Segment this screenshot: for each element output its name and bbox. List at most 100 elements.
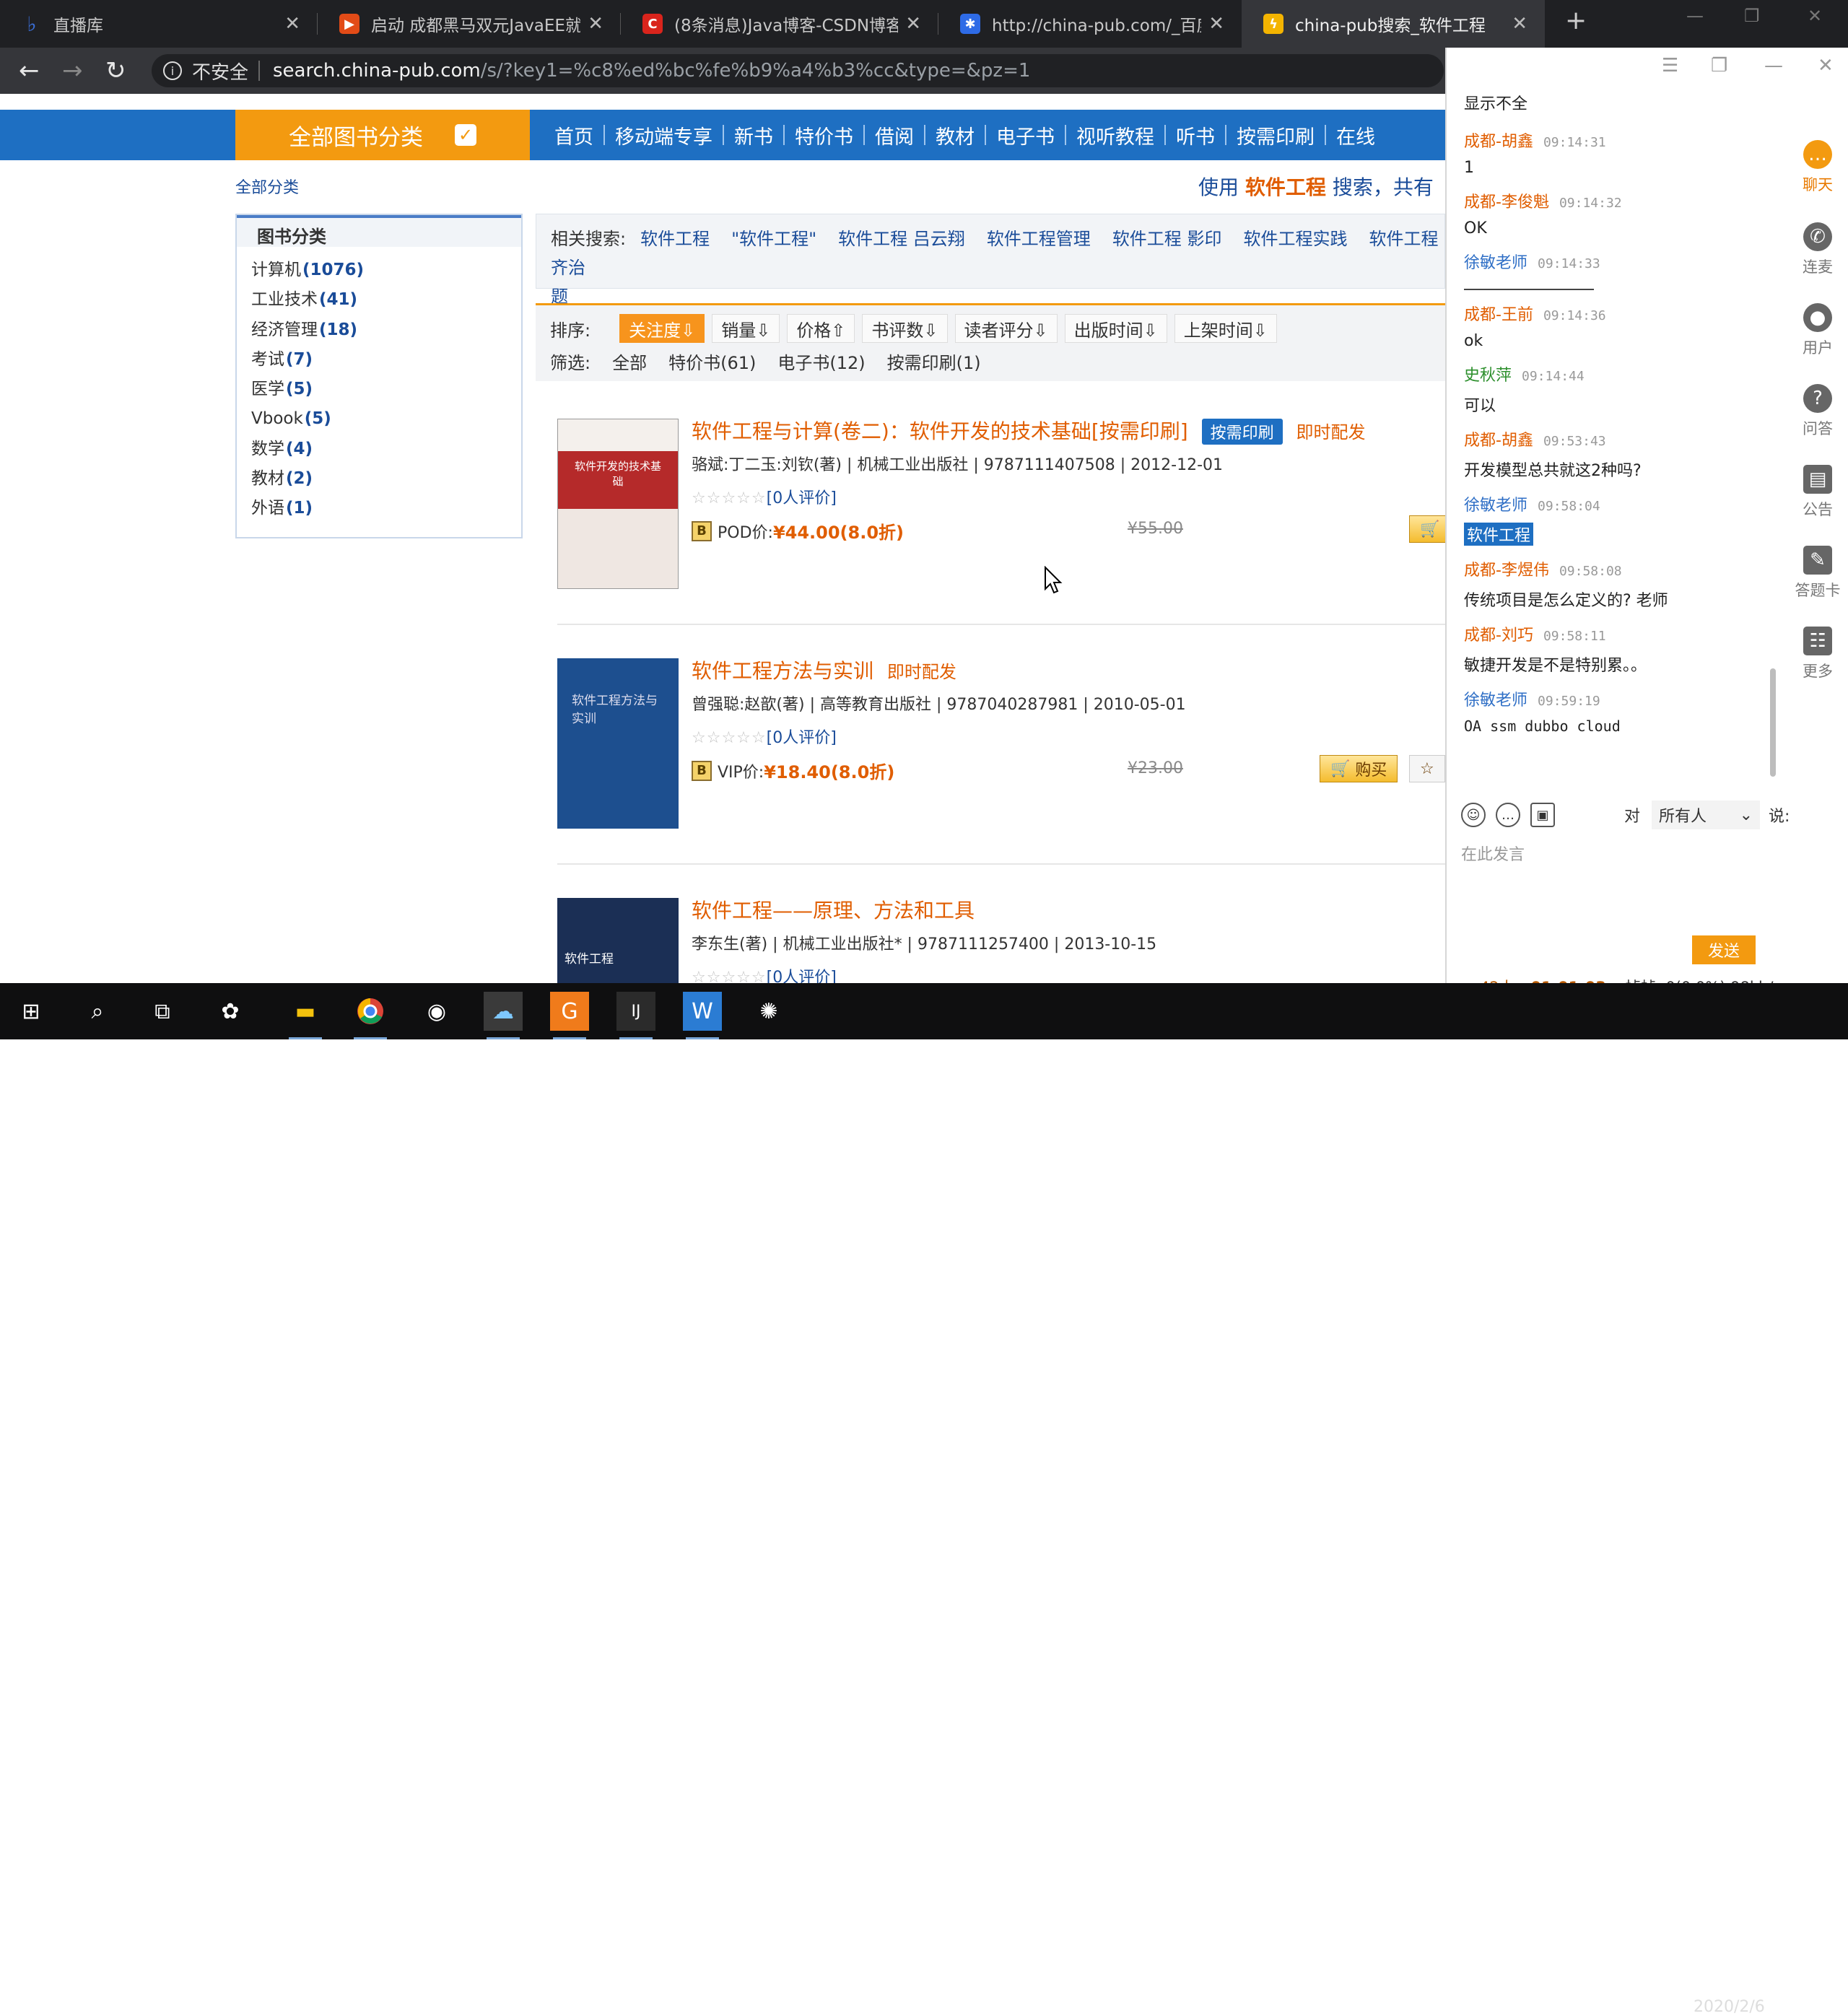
close-icon[interactable]: ✕ [284,13,300,35]
side-qa-button[interactable]: ? 问答 [1786,384,1848,439]
related-link[interactable]: 软件工程实践 [1243,229,1347,249]
side-mic-button[interactable]: ✆ 连麦 [1786,222,1848,277]
nav-item[interactable]: 在线 [1326,121,1385,149]
category-item[interactable]: 外语(1) [251,494,521,523]
close-icon[interactable]: ✕ [1512,13,1527,35]
nav-item[interactable]: 教材 [925,121,985,149]
recipient-select[interactable]: 所有人 ⌄ [1652,800,1761,829]
emoji-icon[interactable]: ☺ [1461,803,1486,827]
sort-button[interactable]: 关注度⇩ [619,314,705,343]
sender-name[interactable]: 徐敏老师 [1464,691,1527,710]
app-pinwheel-icon[interactable]: ✿ [211,992,250,1031]
g-app-icon[interactable]: G [550,992,589,1039]
nav-item[interactable]: 特价书 [785,121,863,149]
category-item[interactable]: 计算机(1076) [251,256,521,285]
word-icon[interactable]: W [683,992,722,1039]
side-answer-card-button[interactable]: ✎ 答题卡 [1786,546,1848,601]
close-icon[interactable]: ✕ [1208,13,1224,35]
chrome-icon[interactable] [351,992,390,1039]
category-item[interactable]: 考试(7) [251,345,521,375]
nav-item[interactable]: 借阅 [865,121,924,149]
tab-chinapub-active[interactable]: ϟ china-pub搜索_软件工程 ✕ [1242,0,1545,48]
obs-icon[interactable]: ◉ [417,992,456,1031]
sender-name[interactable]: 成都-王前 [1464,306,1533,324]
category-item[interactable]: 经济管理(18) [251,315,521,345]
rating-link[interactable]: [0人评价] [767,489,837,507]
sort-button[interactable]: 读者评分⇩ [954,314,1058,343]
image-icon[interactable]: ▣ [1530,803,1555,827]
url-bar[interactable]: i 不安全 search.china-pub.com/s/?key1=%c8%e… [152,54,1444,87]
tab-csdn[interactable]: C (8条消息)Java博客-CSDN博客 ✕ [621,0,938,48]
favorite-button[interactable]: ☆ [1409,755,1445,782]
sort-button[interactable]: 上架时间⇩ [1174,314,1277,343]
nav-item[interactable]: 首页 [544,121,603,149]
sender-name[interactable]: 成都-胡鑫 [1464,133,1533,151]
sort-button[interactable]: 出版时间⇩ [1064,314,1167,343]
book-title-link[interactable]: 软件工程——原理、方法和工具 [692,899,975,922]
sender-name[interactable]: 史秋萍 [1464,367,1512,385]
nav-item[interactable]: 听书 [1166,121,1225,149]
book-title-link[interactable]: 软件工程与计算(卷二)：软件开发的技术基础[按需印刷] [692,419,1188,443]
book-cover[interactable]: 软件工程方法与实训 [557,658,679,829]
buy-button[interactable]: 🛒 购买 [1320,755,1398,782]
intellij-icon[interactable]: IJ [616,992,655,1039]
new-tab-button[interactable]: + [1565,6,1587,35]
side-more-button[interactable]: ☷ 更多 [1786,627,1848,681]
sort-button[interactable]: 书评数⇩ [862,314,948,343]
category-item[interactable]: 工业技术(41) [251,285,521,315]
chat-scrollbar[interactable] [1770,668,1776,777]
related-link[interactable]: 软件工程 影印 [1112,229,1222,249]
rating-link[interactable]: [0人评价] [767,729,837,747]
menu-icon[interactable]: ☰ [1662,55,1678,77]
back-icon[interactable]: ← [19,56,40,85]
close-icon[interactable]: ✕ [905,13,921,35]
rating-link[interactable]: [0人评价] [767,969,837,983]
forward-icon[interactable]: → [62,56,83,85]
all-categories-button[interactable]: 全部图书分类 ✓ [235,110,530,160]
nav-item[interactable]: 移动端专享 [605,121,723,149]
sender-name[interactable]: 成都-李煜伟 [1464,562,1549,580]
close-icon[interactable]: ✕ [588,13,603,35]
nav-item[interactable]: 电子书 [986,121,1065,149]
related-link[interactable]: "软件工程" [731,229,816,249]
nav-item[interactable]: 按需印刷 [1226,121,1325,149]
filter-option[interactable]: 特价书(61) [668,349,756,374]
nav-item[interactable]: 视听教程 [1066,121,1164,149]
sender-name[interactable]: 徐敏老师 [1464,497,1527,515]
send-button[interactable]: 发送 [1692,935,1756,964]
window-close-icon[interactable]: ✕ [1808,6,1822,26]
sort-button[interactable]: 销量⇩ [712,314,780,343]
filter-option[interactable]: 全部 [612,349,647,374]
tab-zhibo[interactable]: ♭ 直播库 ✕ [0,0,318,48]
side-notice-button[interactable]: ▤ 公告 [1786,465,1848,520]
swirl-app-icon[interactable]: ✺ [749,992,788,1031]
reload-icon[interactable]: ↻ [105,56,126,85]
book-title-link[interactable]: 软件工程方法与实训 [692,659,873,683]
category-item[interactable]: 医学(5) [251,375,521,404]
book-cover[interactable]: 软件开发的技术基础 [557,419,679,589]
book-cover[interactable]: 软件工程 [557,898,679,983]
sort-button[interactable]: 价格⇧ [787,314,855,343]
speech-bubble-icon[interactable]: … [1496,803,1520,827]
file-explorer-icon[interactable]: ▬ [286,992,325,1039]
chat-input[interactable]: 在此发言 [1461,842,1822,950]
tab-baidu[interactable]: ✱ http://china-pub.com/_百度 ✕ [938,0,1242,48]
sender-name[interactable]: 成都-李俊魁 [1464,193,1549,211]
sender-name[interactable]: 徐敏老师 [1464,254,1527,272]
info-icon[interactable]: i [163,61,182,80]
side-users-button[interactable]: ● 用户 [1786,303,1848,358]
related-link[interactable]: 软件工程 [640,229,710,249]
filter-option[interactable]: 按需印刷(1) [887,349,981,374]
category-item[interactable]: 数学(4) [251,435,521,464]
related-link[interactable]: 软件工程 吕云翔 [838,229,965,249]
related-link[interactable]: 软件工程管理 [987,229,1091,249]
restore-icon[interactable]: ❐ [1711,55,1727,77]
sender-name[interactable]: 成都-刘巧 [1464,627,1533,645]
windows-start-icon[interactable]: ⊞ [12,992,51,1031]
cart-button[interactable]: 🛒 [1409,515,1451,543]
sender-name[interactable]: 成都-胡鑫 [1464,432,1533,450]
task-view-icon[interactable]: ⧉ [143,992,182,1031]
search-icon[interactable]: ⌕ [78,992,117,1031]
side-chat-button[interactable]: … 聊天 [1786,140,1848,195]
nav-item[interactable]: 新书 [724,121,783,149]
